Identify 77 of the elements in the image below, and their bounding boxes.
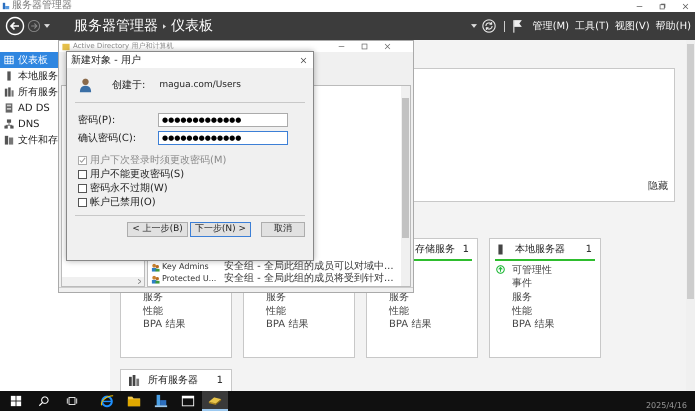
breadcrumb-item: 仪表板: [171, 17, 213, 35]
tile-item[interactable]: BPA 结果: [266, 317, 308, 332]
grid-icon: [4, 55, 14, 65]
table-cell-text: Protected U...: [162, 273, 218, 285]
tile-item[interactable]: 事件: [512, 276, 532, 290]
taskbar-app[interactable]: [202, 391, 228, 411]
checkbox[interactable]: [78, 198, 87, 206]
clock-date: 2025/4/16: [646, 401, 687, 410]
refresh-icon[interactable]: [482, 19, 496, 33]
tile-title[interactable]: 存储服务: [415, 242, 455, 256]
tile-item[interactable]: 服务: [512, 290, 532, 304]
up-arrow-icon: [496, 265, 505, 274]
close-icon[interactable]: [384, 43, 391, 50]
table-cell-text: 此组的成员可以对域中...: [284, 261, 394, 272]
maximize-icon[interactable]: [361, 43, 368, 50]
checkbox[interactable]: [78, 170, 87, 178]
group-icon: [151, 262, 160, 272]
close-icon[interactable]: [300, 56, 307, 64]
window-icon: [181, 394, 195, 408]
servers-icon: [4, 87, 14, 97]
created-in-path: magua.com/Users: [159, 80, 241, 90]
field-label: 密码(P):: [77, 114, 116, 126]
chevron-icon: [163, 24, 166, 28]
tile-item[interactable]: BPA 结果: [512, 317, 554, 332]
dialog-button[interactable]: < 上一步(B): [127, 222, 188, 237]
menu-item[interactable]: 帮助(H): [654, 19, 693, 33]
table-cell-text: 安全组 - 全局: [224, 261, 284, 272]
user-icon: [79, 77, 92, 93]
menu-item[interactable]: 工具(T): [573, 19, 612, 33]
tile-title[interactable]: 本地服务器: [515, 242, 565, 256]
tile-item[interactable]: BPA 结果: [389, 317, 432, 332]
tile-count: 1: [462, 244, 469, 254]
browser-icon: [100, 394, 114, 408]
table-cell: 此组的成员将受到针对...: [284, 273, 394, 285]
network-icon: [4, 119, 14, 129]
tile-count: 1: [586, 244, 592, 254]
tile-item[interactable]: 性能: [389, 304, 409, 318]
caret-icon[interactable]: [44, 24, 50, 28]
group-icon: [151, 274, 160, 284]
close-icon[interactable]: [682, 2, 689, 10]
table-cell-text: Key Admins: [162, 261, 210, 273]
directory-icon: [4, 103, 14, 113]
checkbox-label[interactable]: 用户不能更改密码(S): [90, 167, 184, 181]
back-icon[interactable]: [5, 16, 25, 36]
tile-item[interactable]: 性能: [512, 304, 532, 318]
scroll-bar[interactable]: [401, 86, 410, 286]
server-manager-icon: [154, 394, 168, 408]
field-label: 确认密码(C):: [77, 132, 138, 144]
restore-icon[interactable]: [659, 2, 666, 10]
breadcrumb-item: 服务器管理器: [74, 17, 158, 35]
server-icon: [498, 244, 503, 254]
servers-icon: [129, 374, 140, 386]
tile-count: 1: [216, 374, 223, 386]
tile-item[interactable]: 性能: [143, 304, 163, 318]
caret-icon[interactable]: [470, 24, 477, 28]
minimize-icon[interactable]: [338, 43, 345, 50]
search-icon[interactable]: [38, 395, 50, 407]
windows-logo-icon[interactable]: [10, 395, 22, 407]
tile-item[interactable]: 性能: [266, 304, 286, 318]
scroll-bar[interactable]: [62, 277, 144, 286]
tile-title[interactable]: 所有服务器: [148, 373, 198, 387]
dialog-button[interactable]: 下一步(N) >: [190, 222, 251, 237]
flag-icon[interactable]: [512, 19, 523, 33]
hide-link[interactable]: 隐藏: [648, 179, 668, 193]
dialog-button[interactable]: 取消: [261, 222, 305, 237]
tile-item[interactable]: 可管理性: [512, 262, 552, 277]
checkbox-label[interactable]: 密码永不过期(W): [90, 181, 168, 195]
tile-item[interactable]: BPA 结果: [143, 317, 186, 332]
task-view-icon[interactable]: [66, 395, 78, 407]
menu-item[interactable]: 管理(M): [530, 19, 572, 33]
checkbox[interactable]: [78, 184, 87, 192]
window-title: 服务器管理器: [12, 0, 72, 12]
app-icon: [2, 2, 10, 10]
menu-item[interactable]: 视图(V): [613, 19, 652, 33]
table-cell: 安全组 - 全局: [224, 273, 284, 285]
created-in-label: 创建于:: [112, 78, 146, 92]
checkbox-label[interactable]: 帐户已禁用(O): [90, 195, 156, 209]
